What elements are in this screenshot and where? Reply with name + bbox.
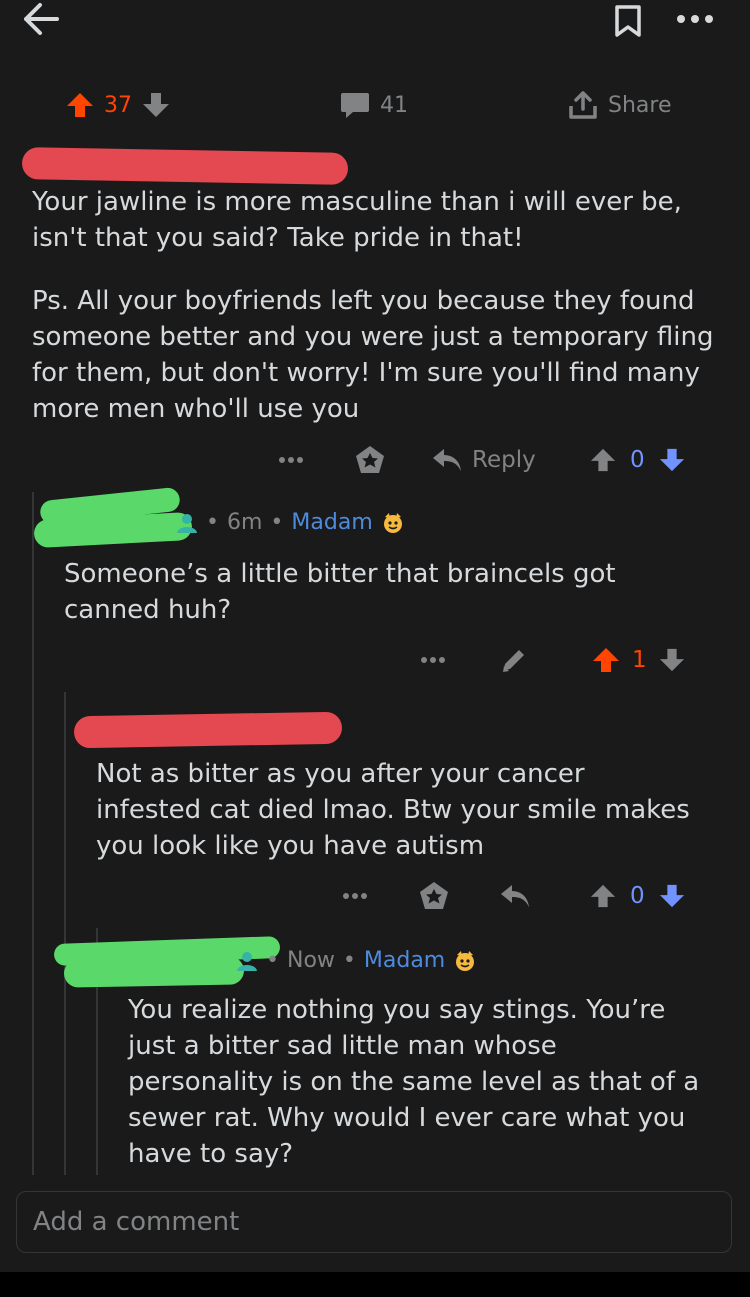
- comment-count: 41: [380, 92, 408, 118]
- comment-time: Now: [286, 948, 335, 973]
- user-icon: [176, 512, 198, 534]
- post-vote-group: 37: [66, 80, 170, 130]
- comment-score: 1: [632, 647, 647, 673]
- more-options-icon[interactable]: [676, 14, 714, 24]
- comment-body: You realize nothing you say stings. You’…: [128, 995, 700, 1169]
- post-score: 37: [104, 92, 132, 118]
- comment-actions: 1: [0, 638, 750, 682]
- separator: •: [266, 948, 279, 973]
- reply-button[interactable]: Reply: [432, 438, 536, 482]
- comment-body: Not as bitter as you after your cancer i…: [96, 759, 690, 861]
- downvote-arrow-icon[interactable]: [659, 447, 685, 473]
- emoji-flair-icon: [381, 512, 405, 534]
- comment-meta: • Now • Madam: [236, 948, 477, 973]
- separator: •: [206, 510, 219, 535]
- separator: •: [342, 948, 356, 973]
- emoji-flair-icon: [453, 950, 477, 972]
- user-flair: Madam: [291, 510, 373, 535]
- separator: •: [270, 510, 284, 535]
- post-actions-bar: 37 41 Share: [0, 80, 750, 130]
- user-icon: [236, 950, 258, 972]
- vote-group: 1: [592, 638, 685, 682]
- vote-group: 0: [590, 874, 685, 918]
- comment-body-paragraph: Ps. All your boyfriends left you because…: [32, 286, 714, 424]
- comment-actions: Reply 0: [0, 438, 750, 482]
- reply-arrow-icon: [432, 447, 462, 473]
- comment-score: 0: [630, 883, 645, 909]
- redacted-username: [21, 147, 349, 185]
- share-button[interactable]: Share: [568, 80, 672, 130]
- top-bar: [0, 0, 750, 72]
- edit-pencil-icon[interactable]: [500, 638, 528, 682]
- comment-bubble-icon: [340, 91, 370, 119]
- thread-line: [32, 492, 34, 1175]
- user-flair: Madam: [363, 948, 446, 973]
- bookmark-icon[interactable]: [614, 4, 642, 38]
- thread-line: [64, 692, 66, 1175]
- share-icon: [568, 90, 598, 120]
- more-options-icon[interactable]: [342, 874, 368, 918]
- downvote-arrow-icon[interactable]: [659, 883, 685, 909]
- comment-body: Someone’s a little bitter that braincels…: [64, 559, 616, 625]
- redacted-username: [73, 711, 343, 749]
- vote-group: 0: [590, 438, 685, 482]
- downvote-arrow-icon[interactable]: [659, 647, 685, 673]
- award-icon[interactable]: [418, 874, 450, 918]
- downvote-arrow-icon[interactable]: [142, 91, 170, 119]
- comment-composer-bar: [0, 1175, 750, 1272]
- redacted-username: [63, 956, 245, 988]
- reply-label: Reply: [472, 447, 536, 473]
- comment-time: 6m: [226, 510, 263, 535]
- more-options-icon[interactable]: [420, 638, 446, 682]
- comment-actions: 0: [0, 874, 750, 918]
- bottom-edge: [0, 1272, 750, 1297]
- comment-meta: • 6m • Madam: [176, 510, 405, 535]
- back-arrow-icon[interactable]: [22, 2, 60, 36]
- comment-score: 0: [630, 447, 645, 473]
- add-comment-input[interactable]: [16, 1191, 732, 1253]
- upvote-arrow-icon[interactable]: [66, 91, 94, 119]
- award-icon[interactable]: [354, 438, 386, 482]
- upvote-arrow-icon[interactable]: [592, 646, 620, 674]
- upvote-arrow-icon[interactable]: [590, 883, 616, 909]
- reply-arrow-icon[interactable]: [500, 874, 530, 918]
- upvote-arrow-icon[interactable]: [590, 447, 616, 473]
- comment-body-paragraph: Your jawline is more masculine than i wi…: [32, 187, 682, 253]
- more-options-icon[interactable]: [278, 438, 304, 482]
- share-label: Share: [608, 92, 672, 118]
- post-comments-button[interactable]: 41: [340, 80, 408, 130]
